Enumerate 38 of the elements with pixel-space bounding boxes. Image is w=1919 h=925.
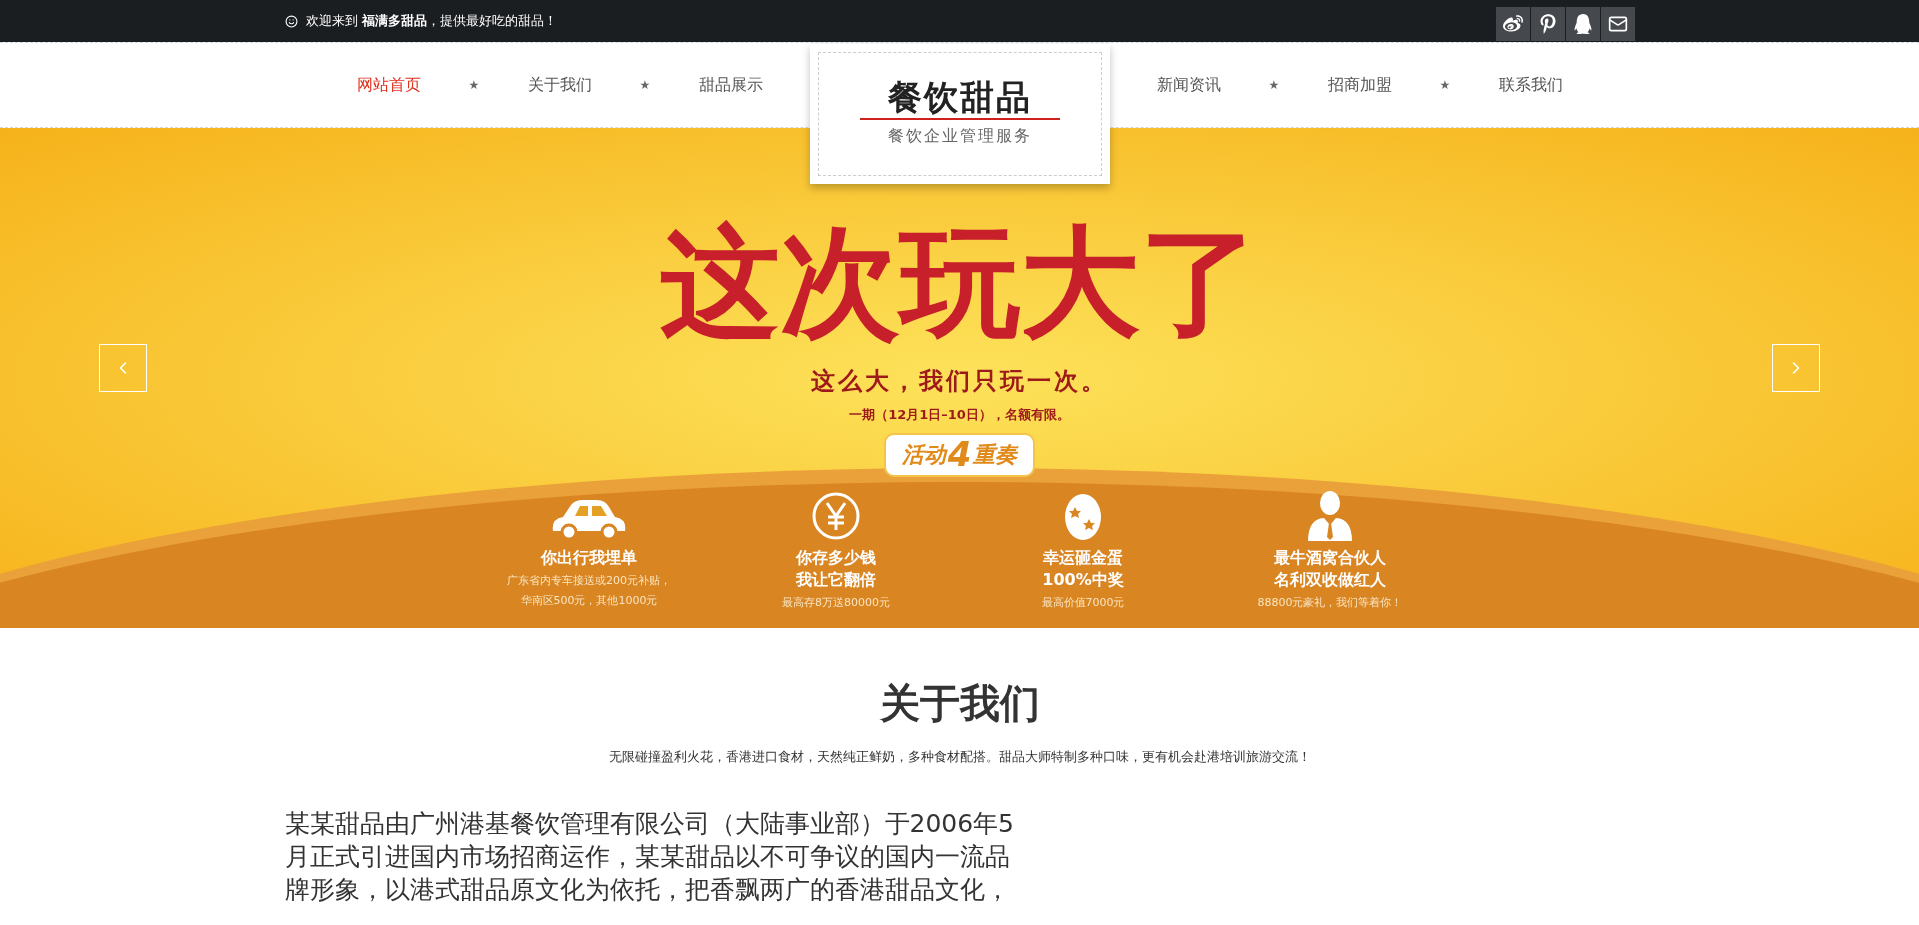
feature-note: 华南区500元，其他1000元 xyxy=(520,592,658,609)
section-subtitle: 无限碰撞盈利火花，香港进口食材，天然纯正鲜奶，多种食材配搭。甜品大师特制多种口味，更有机会赴港培训旅游交流！ xyxy=(608,748,1311,766)
nav-link[interactable]: 招商加盟 xyxy=(1299,73,1420,97)
welcome-text: 欢迎来到 福满多甜品，提供最好吃的甜品！ xyxy=(305,12,557,31)
yen-icon xyxy=(811,490,861,541)
penguin-icon[interactable] xyxy=(1565,7,1600,41)
nav-separator: ★ xyxy=(467,77,481,94)
feature-title: 最牛酒窝合伙人 xyxy=(1274,546,1386,569)
feature-title: 你出行我埋单 xyxy=(541,546,637,569)
feature-title: 名利双收做红人 xyxy=(1274,568,1386,591)
weibo-icon[interactable] xyxy=(1495,7,1530,41)
nav-separator: ★ xyxy=(638,77,652,94)
person-icon xyxy=(1306,488,1354,541)
nav-link[interactable]: 甜品展示 xyxy=(670,73,791,97)
logo-title: 餐饮甜品 xyxy=(888,80,1032,114)
nav-link[interactable]: 联系我们 xyxy=(1470,73,1591,97)
feature-title: 100%中奖 xyxy=(1042,568,1124,591)
nav-link[interactable]: 关于我们 xyxy=(499,73,620,97)
nav-separator: ★ xyxy=(1267,77,1281,94)
logo-subtitle: 餐饮企业管理服务 xyxy=(888,125,1032,147)
nav-separator: ★ xyxy=(1438,77,1452,94)
feature-note: 最高存8万送80000元 xyxy=(782,594,890,611)
section-title: 关于我们 xyxy=(879,679,1040,728)
mail-icon[interactable] xyxy=(1600,7,1635,41)
feature-title: 你存多少钱 xyxy=(796,546,876,569)
activity-badge: 活动4重奏 xyxy=(883,432,1036,477)
about-paragraph: 某某甜品由广州港基餐饮管理有限公司（大陆事业部）于2006年5月正式引进国内市场招商运作，某某甜品以不可争议的国内一流品牌形象，以港式甜品原文化为依托，把香飘两广的香港甜品文化， xyxy=(284,807,1016,906)
pin-icon[interactable] xyxy=(1530,7,1565,41)
feature-note: 广东省内专车接送或200元补贴， xyxy=(507,572,671,589)
nav-link[interactable]: 新闻资讯 xyxy=(1128,73,1249,97)
banner-period: 一期（12月1日–10日），名额有限。 xyxy=(849,406,1070,424)
feature-note: 88800元豪礼，我们等着你！ xyxy=(1257,594,1403,611)
smiley-icon xyxy=(284,14,298,28)
feature-title: 我让它翻倍 xyxy=(796,568,876,591)
feature-note: 最高价值7000元 xyxy=(1041,594,1125,611)
nav-link[interactable]: 网站首页 xyxy=(328,73,449,97)
banner-slogan: 这么大，我们只玩一次。 xyxy=(811,366,1108,397)
feature-title: 幸运砸金蛋 xyxy=(1043,546,1123,569)
